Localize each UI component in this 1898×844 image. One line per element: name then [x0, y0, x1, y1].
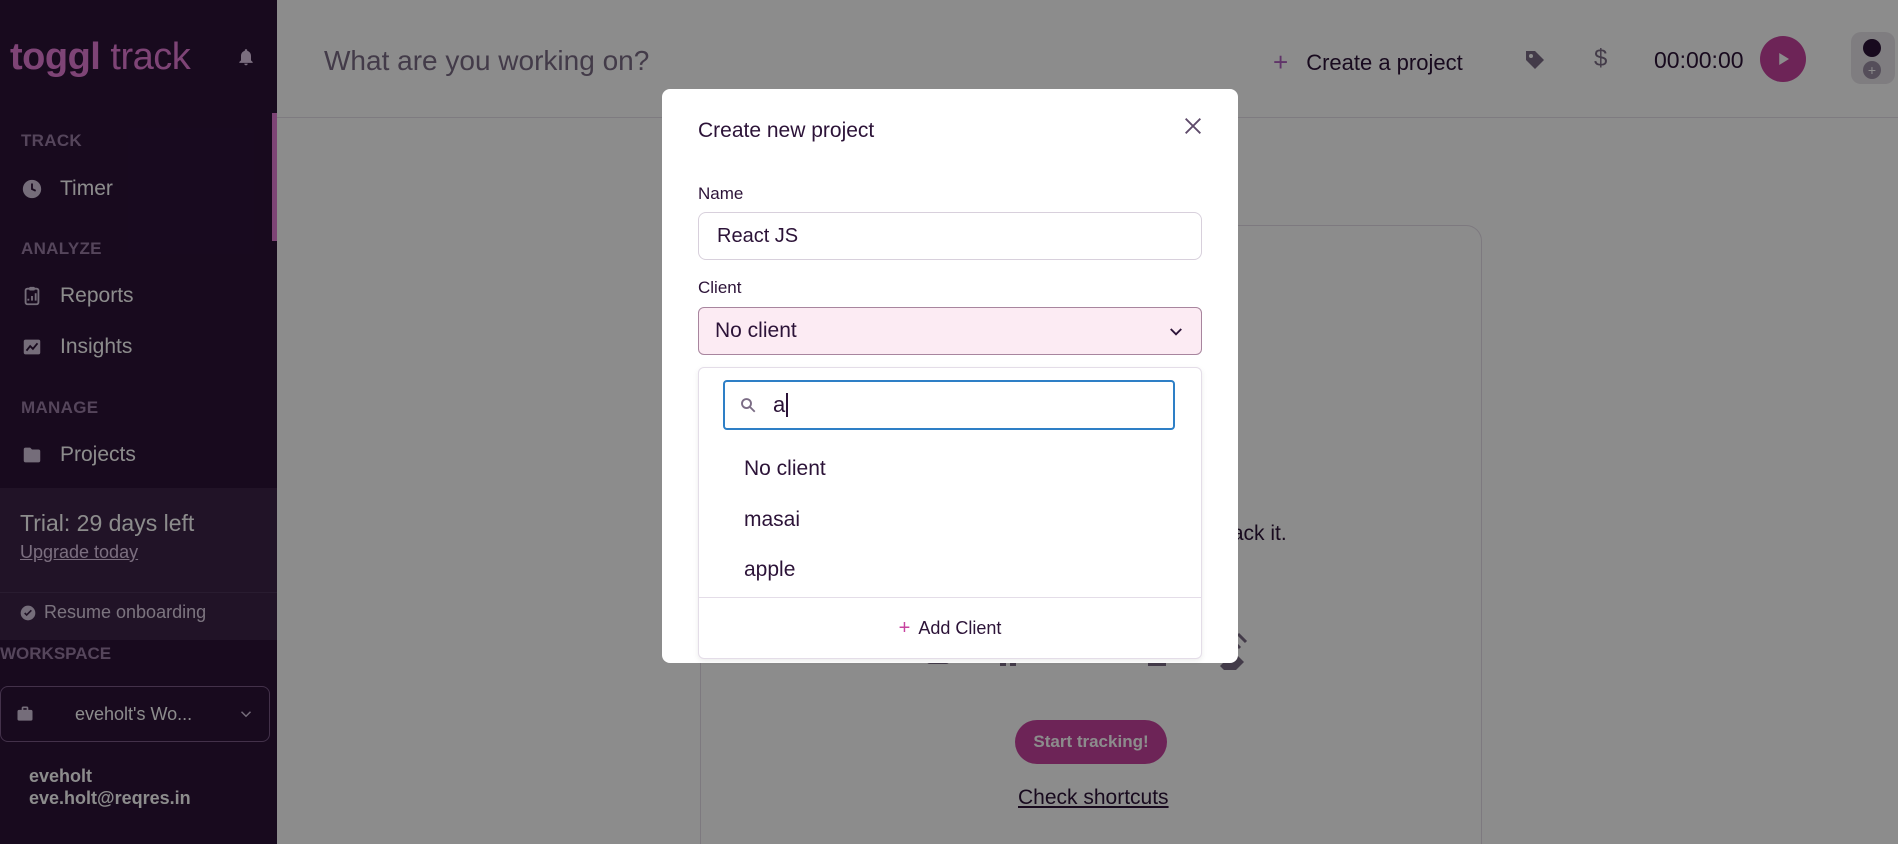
- plus-icon: +: [898, 617, 911, 639]
- close-icon[interactable]: [1182, 115, 1204, 137]
- create-project-modal: Create new project Name React JS Client …: [662, 89, 1238, 663]
- search-value: a: [773, 392, 786, 417]
- text-caret: [786, 393, 789, 417]
- add-client-label: Add Client: [918, 618, 1002, 638]
- modal-title: Create new project: [698, 119, 875, 142]
- chevron-down-icon: [1170, 328, 1182, 336]
- client-select[interactable]: No client: [698, 307, 1202, 355]
- project-name-input[interactable]: React JS: [698, 212, 1202, 260]
- client-dropdown: a No client masai apple + Add Client: [698, 367, 1202, 659]
- search-icon: [741, 398, 756, 413]
- add-client-button[interactable]: + Add Client: [699, 597, 1201, 659]
- client-selected-value: No client: [715, 319, 797, 342]
- client-option[interactable]: masai: [744, 508, 800, 532]
- client-label: Client: [698, 278, 742, 297]
- client-search-input[interactable]: a: [723, 380, 1175, 430]
- client-option[interactable]: No client: [744, 457, 826, 481]
- client-option[interactable]: apple: [744, 558, 795, 582]
- name-label: Name: [698, 184, 744, 203]
